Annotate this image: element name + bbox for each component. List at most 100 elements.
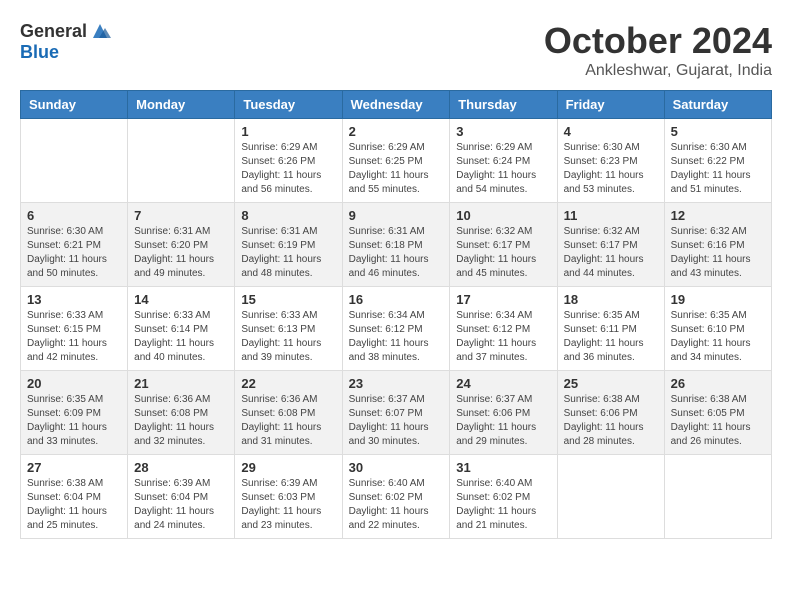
calendar-cell: 10 Sunrise: 6:32 AMSunset: 6:17 PMDaylig… bbox=[450, 203, 557, 287]
calendar-cell: 3 Sunrise: 6:29 AMSunset: 6:24 PMDayligh… bbox=[450, 119, 557, 203]
day-number: 6 bbox=[27, 208, 121, 223]
calendar-cell: 14 Sunrise: 6:33 AMSunset: 6:14 PMDaylig… bbox=[128, 287, 235, 371]
calendar-cell: 15 Sunrise: 6:33 AMSunset: 6:13 PMDaylig… bbox=[235, 287, 342, 371]
day-info: Sunrise: 6:30 AMSunset: 6:21 PMDaylight:… bbox=[27, 225, 121, 281]
day-number: 25 bbox=[564, 376, 658, 391]
calendar-cell: 18 Sunrise: 6:35 AMSunset: 6:11 PMDaylig… bbox=[557, 287, 664, 371]
logo-general-text: General bbox=[20, 21, 87, 42]
day-info: Sunrise: 6:31 AMSunset: 6:20 PMDaylight:… bbox=[134, 225, 228, 281]
calendar-cell bbox=[128, 119, 235, 203]
day-number: 26 bbox=[671, 376, 765, 391]
day-info: Sunrise: 6:38 AMSunset: 6:06 PMDaylight:… bbox=[564, 393, 658, 449]
day-number: 3 bbox=[456, 124, 550, 139]
calendar-cell: 1 Sunrise: 6:29 AMSunset: 6:26 PMDayligh… bbox=[235, 119, 342, 203]
day-info: Sunrise: 6:35 AMSunset: 6:10 PMDaylight:… bbox=[671, 309, 765, 365]
day-number: 29 bbox=[241, 460, 335, 475]
calendar-cell: 12 Sunrise: 6:32 AMSunset: 6:16 PMDaylig… bbox=[664, 203, 771, 287]
day-number: 5 bbox=[671, 124, 765, 139]
calendar-cell: 25 Sunrise: 6:38 AMSunset: 6:06 PMDaylig… bbox=[557, 371, 664, 455]
day-number: 4 bbox=[564, 124, 658, 139]
day-number: 22 bbox=[241, 376, 335, 391]
calendar-cell: 24 Sunrise: 6:37 AMSunset: 6:06 PMDaylig… bbox=[450, 371, 557, 455]
day-info: Sunrise: 6:36 AMSunset: 6:08 PMDaylight:… bbox=[241, 393, 335, 449]
day-info: Sunrise: 6:33 AMSunset: 6:15 PMDaylight:… bbox=[27, 309, 121, 365]
day-info: Sunrise: 6:32 AMSunset: 6:16 PMDaylight:… bbox=[671, 225, 765, 281]
calendar-cell: 17 Sunrise: 6:34 AMSunset: 6:12 PMDaylig… bbox=[450, 287, 557, 371]
calendar-day-header: Monday bbox=[128, 91, 235, 119]
day-info: Sunrise: 6:30 AMSunset: 6:22 PMDaylight:… bbox=[671, 141, 765, 197]
calendar-day-header: Thursday bbox=[450, 91, 557, 119]
calendar-cell bbox=[664, 455, 771, 539]
calendar-cell: 20 Sunrise: 6:35 AMSunset: 6:09 PMDaylig… bbox=[21, 371, 128, 455]
day-info: Sunrise: 6:40 AMSunset: 6:02 PMDaylight:… bbox=[349, 477, 444, 533]
calendar-cell: 29 Sunrise: 6:39 AMSunset: 6:03 PMDaylig… bbox=[235, 455, 342, 539]
calendar-day-header: Sunday bbox=[21, 91, 128, 119]
day-number: 23 bbox=[349, 376, 444, 391]
calendar-cell: 31 Sunrise: 6:40 AMSunset: 6:02 PMDaylig… bbox=[450, 455, 557, 539]
day-info: Sunrise: 6:30 AMSunset: 6:23 PMDaylight:… bbox=[564, 141, 658, 197]
day-info: Sunrise: 6:32 AMSunset: 6:17 PMDaylight:… bbox=[456, 225, 550, 281]
day-info: Sunrise: 6:34 AMSunset: 6:12 PMDaylight:… bbox=[349, 309, 444, 365]
day-number: 16 bbox=[349, 292, 444, 307]
calendar-week-row: 13 Sunrise: 6:33 AMSunset: 6:15 PMDaylig… bbox=[21, 287, 772, 371]
calendar-cell: 13 Sunrise: 6:33 AMSunset: 6:15 PMDaylig… bbox=[21, 287, 128, 371]
day-number: 17 bbox=[456, 292, 550, 307]
calendar-cell: 9 Sunrise: 6:31 AMSunset: 6:18 PMDayligh… bbox=[342, 203, 450, 287]
day-number: 19 bbox=[671, 292, 765, 307]
day-number: 9 bbox=[349, 208, 444, 223]
day-info: Sunrise: 6:31 AMSunset: 6:19 PMDaylight:… bbox=[241, 225, 335, 281]
day-number: 31 bbox=[456, 460, 550, 475]
calendar-header-row: SundayMondayTuesdayWednesdayThursdayFrid… bbox=[21, 91, 772, 119]
day-number: 28 bbox=[134, 460, 228, 475]
calendar-cell: 7 Sunrise: 6:31 AMSunset: 6:20 PMDayligh… bbox=[128, 203, 235, 287]
calendar-cell: 2 Sunrise: 6:29 AMSunset: 6:25 PMDayligh… bbox=[342, 119, 450, 203]
calendar-cell bbox=[21, 119, 128, 203]
calendar-week-row: 1 Sunrise: 6:29 AMSunset: 6:26 PMDayligh… bbox=[21, 119, 772, 203]
month-title: October 2024 bbox=[544, 20, 772, 62]
day-number: 24 bbox=[456, 376, 550, 391]
calendar-week-row: 27 Sunrise: 6:38 AMSunset: 6:04 PMDaylig… bbox=[21, 455, 772, 539]
day-info: Sunrise: 6:36 AMSunset: 6:08 PMDaylight:… bbox=[134, 393, 228, 449]
calendar-cell: 4 Sunrise: 6:30 AMSunset: 6:23 PMDayligh… bbox=[557, 119, 664, 203]
calendar-cell: 5 Sunrise: 6:30 AMSunset: 6:22 PMDayligh… bbox=[664, 119, 771, 203]
day-number: 27 bbox=[27, 460, 121, 475]
calendar-week-row: 20 Sunrise: 6:35 AMSunset: 6:09 PMDaylig… bbox=[21, 371, 772, 455]
calendar-cell: 30 Sunrise: 6:40 AMSunset: 6:02 PMDaylig… bbox=[342, 455, 450, 539]
day-number: 18 bbox=[564, 292, 658, 307]
day-number: 2 bbox=[349, 124, 444, 139]
day-number: 21 bbox=[134, 376, 228, 391]
day-number: 20 bbox=[27, 376, 121, 391]
calendar-week-row: 6 Sunrise: 6:30 AMSunset: 6:21 PMDayligh… bbox=[21, 203, 772, 287]
day-info: Sunrise: 6:31 AMSunset: 6:18 PMDaylight:… bbox=[349, 225, 444, 281]
day-info: Sunrise: 6:40 AMSunset: 6:02 PMDaylight:… bbox=[456, 477, 550, 533]
calendar-day-header: Wednesday bbox=[342, 91, 450, 119]
day-info: Sunrise: 6:38 AMSunset: 6:04 PMDaylight:… bbox=[27, 477, 121, 533]
day-number: 15 bbox=[241, 292, 335, 307]
logo-blue-text: Blue bbox=[20, 42, 59, 63]
day-info: Sunrise: 6:39 AMSunset: 6:04 PMDaylight:… bbox=[134, 477, 228, 533]
calendar-cell: 16 Sunrise: 6:34 AMSunset: 6:12 PMDaylig… bbox=[342, 287, 450, 371]
day-number: 11 bbox=[564, 208, 658, 223]
day-info: Sunrise: 6:29 AMSunset: 6:26 PMDaylight:… bbox=[241, 141, 335, 197]
day-number: 12 bbox=[671, 208, 765, 223]
day-info: Sunrise: 6:29 AMSunset: 6:24 PMDaylight:… bbox=[456, 141, 550, 197]
calendar-day-header: Saturday bbox=[664, 91, 771, 119]
logo: General Blue bbox=[20, 20, 111, 63]
day-number: 10 bbox=[456, 208, 550, 223]
day-info: Sunrise: 6:35 AMSunset: 6:11 PMDaylight:… bbox=[564, 309, 658, 365]
day-info: Sunrise: 6:32 AMSunset: 6:17 PMDaylight:… bbox=[564, 225, 658, 281]
day-info: Sunrise: 6:39 AMSunset: 6:03 PMDaylight:… bbox=[241, 477, 335, 533]
calendar-cell: 28 Sunrise: 6:39 AMSunset: 6:04 PMDaylig… bbox=[128, 455, 235, 539]
day-info: Sunrise: 6:37 AMSunset: 6:06 PMDaylight:… bbox=[456, 393, 550, 449]
calendar-cell: 8 Sunrise: 6:31 AMSunset: 6:19 PMDayligh… bbox=[235, 203, 342, 287]
calendar-cell bbox=[557, 455, 664, 539]
day-info: Sunrise: 6:29 AMSunset: 6:25 PMDaylight:… bbox=[349, 141, 444, 197]
day-number: 1 bbox=[241, 124, 335, 139]
calendar-cell: 19 Sunrise: 6:35 AMSunset: 6:10 PMDaylig… bbox=[664, 287, 771, 371]
day-number: 8 bbox=[241, 208, 335, 223]
calendar-cell: 21 Sunrise: 6:36 AMSunset: 6:08 PMDaylig… bbox=[128, 371, 235, 455]
day-info: Sunrise: 6:35 AMSunset: 6:09 PMDaylight:… bbox=[27, 393, 121, 449]
calendar-table: SundayMondayTuesdayWednesdayThursdayFrid… bbox=[20, 90, 772, 539]
day-info: Sunrise: 6:34 AMSunset: 6:12 PMDaylight:… bbox=[456, 309, 550, 365]
day-info: Sunrise: 6:38 AMSunset: 6:05 PMDaylight:… bbox=[671, 393, 765, 449]
